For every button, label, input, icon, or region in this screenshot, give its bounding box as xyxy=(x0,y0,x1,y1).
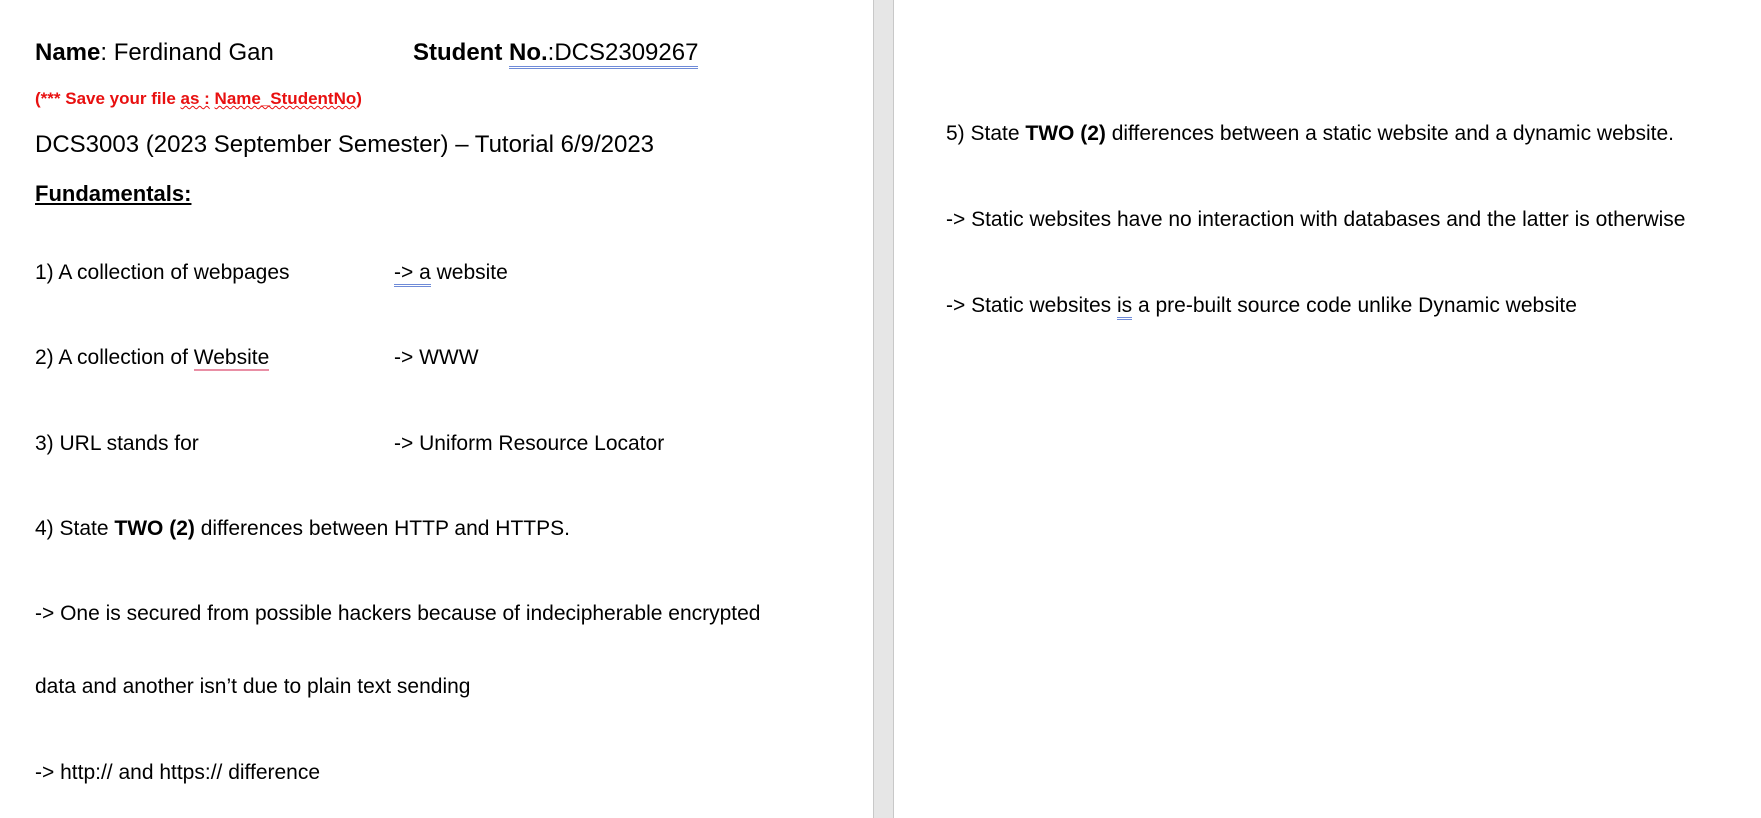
q4-text-bold: TWO (2) xyxy=(114,517,195,540)
section-heading-text: Fundamentals: xyxy=(35,181,192,206)
name-value: : Ferdinand Gan xyxy=(100,39,274,66)
student-number-line: Student No.:DCS2309267 xyxy=(413,38,699,69)
question-3-answer: -> Uniform Resource Locator xyxy=(394,432,665,455)
q5-text-c: differences between a static website and… xyxy=(1105,122,1674,145)
question-2-text: 2) A collection of xyxy=(35,346,194,369)
save-note-as: as : xyxy=(180,89,210,108)
question-3-text: 3) URL stands for xyxy=(35,432,199,455)
q5-answer-2-is: is xyxy=(1116,294,1133,320)
q5-answer-2-a: -> Static websites xyxy=(946,294,1117,317)
q5-answer-2: -> Static websites is a pre-built source… xyxy=(946,293,1577,320)
course-title: DCS3003 (2023 September Semester) – Tuto… xyxy=(35,131,655,158)
question-5: 5) State TWO (2) differences between a s… xyxy=(946,121,1674,147)
q5-answer-1: -> Static websites have no interaction w… xyxy=(946,208,1686,231)
save-note-close: ) xyxy=(356,89,362,108)
q4-answer-2: -> http:// and https:// difference xyxy=(35,761,321,784)
question-1: 1) A collection of webpages -> a website xyxy=(35,260,835,287)
question-2-website: Website xyxy=(193,346,270,371)
q1-answer-a: a xyxy=(413,261,431,287)
page-separator xyxy=(873,0,894,818)
q1-answer-b: website xyxy=(430,261,508,284)
save-note-filename: Name_StudentNo xyxy=(214,89,357,108)
q4-text-a: 4) State xyxy=(35,517,115,540)
question-1-text: 1) A collection of webpages xyxy=(35,261,290,284)
document-page-2: 5) State TWO (2) differences between a s… xyxy=(894,0,1761,818)
q5-text-a: 5) State xyxy=(946,122,1026,145)
question-1-answer: -> a website xyxy=(394,260,508,287)
q1-arrow: -> xyxy=(394,261,414,287)
q4-text-c: differences between HTTP and HTTPS. xyxy=(194,517,570,540)
q5-text-bold: TWO (2) xyxy=(1025,122,1106,145)
name-label: Name xyxy=(35,39,101,66)
student-no-value: :DCS2309267 xyxy=(547,39,699,69)
save-note-text: (*** Save your file xyxy=(35,89,181,108)
student-no-label: No. xyxy=(509,39,548,69)
q5-answer-2-c: a pre-built source code unlike Dynamic w… xyxy=(1132,294,1577,317)
section-heading: Fundamentals: xyxy=(35,181,191,207)
question-2: 2) A collection of Website -> WWW xyxy=(35,345,835,371)
save-file-note: (*** Save your file as : Name_StudentNo) xyxy=(35,88,362,110)
question-4: 4) State TWO (2) differences between HTT… xyxy=(35,516,570,542)
question-2-answer: -> WWW xyxy=(394,346,479,369)
question-3: 3) URL stands for -> Uniform Resource Lo… xyxy=(35,431,835,457)
q4-answer-1-line-1: -> One is secured from possible hackers … xyxy=(35,602,761,625)
student-label: Student xyxy=(413,39,509,66)
name-line: Name: Ferdinand Gan xyxy=(35,38,274,68)
document-page-1: Name: Ferdinand Gan Student No.:DCS23092… xyxy=(0,0,873,818)
q4-answer-1-line-2: data and another isn’t due to plain text… xyxy=(35,675,471,698)
